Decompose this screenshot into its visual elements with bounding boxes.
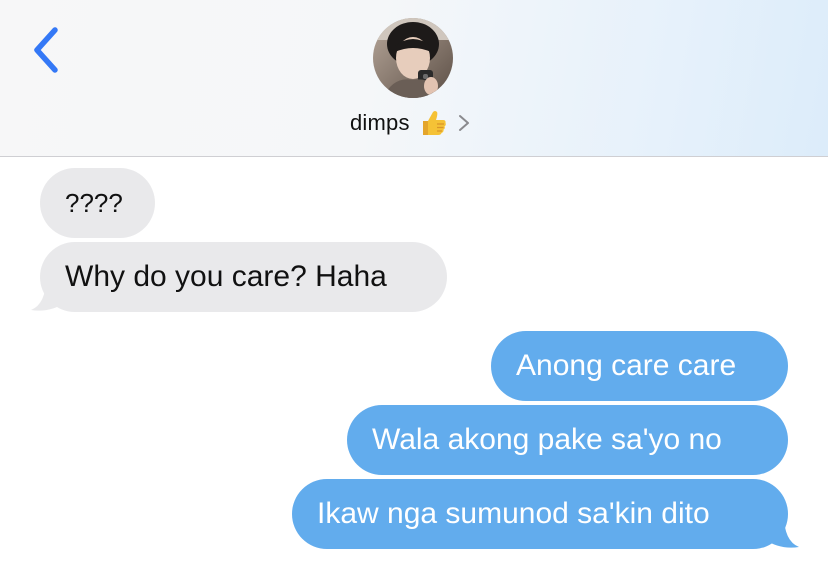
message-text: ???? (65, 187, 123, 218)
avatar[interactable] (373, 18, 453, 98)
contact-details-link[interactable]: dimps (350, 106, 470, 140)
avatar-image (373, 18, 453, 98)
message-bubble[interactable]: Wala akong pake sa'yo no (347, 405, 788, 475)
conversation-header: dimps (0, 0, 828, 157)
chevron-right-icon (458, 115, 469, 131)
chevron-left-icon[interactable] (24, 22, 74, 82)
message-bubble[interactable]: ???? (40, 168, 155, 238)
message-text: Anong care care (516, 349, 737, 382)
contact-name: dimps (350, 110, 410, 135)
message-bubble[interactable]: Anong care care (491, 331, 788, 401)
message-text: Wala akong pake sa'yo no (372, 423, 722, 456)
thumbs-up-icon (422, 111, 446, 135)
message-bubble[interactable]: Why do you care? Haha (40, 242, 447, 312)
message-text: Why do you care? Haha (65, 260, 387, 293)
message-text: Ikaw nga sumunod sa'kin dito (317, 497, 710, 530)
message-bubble[interactable]: Ikaw nga sumunod sa'kin dito (292, 479, 788, 549)
